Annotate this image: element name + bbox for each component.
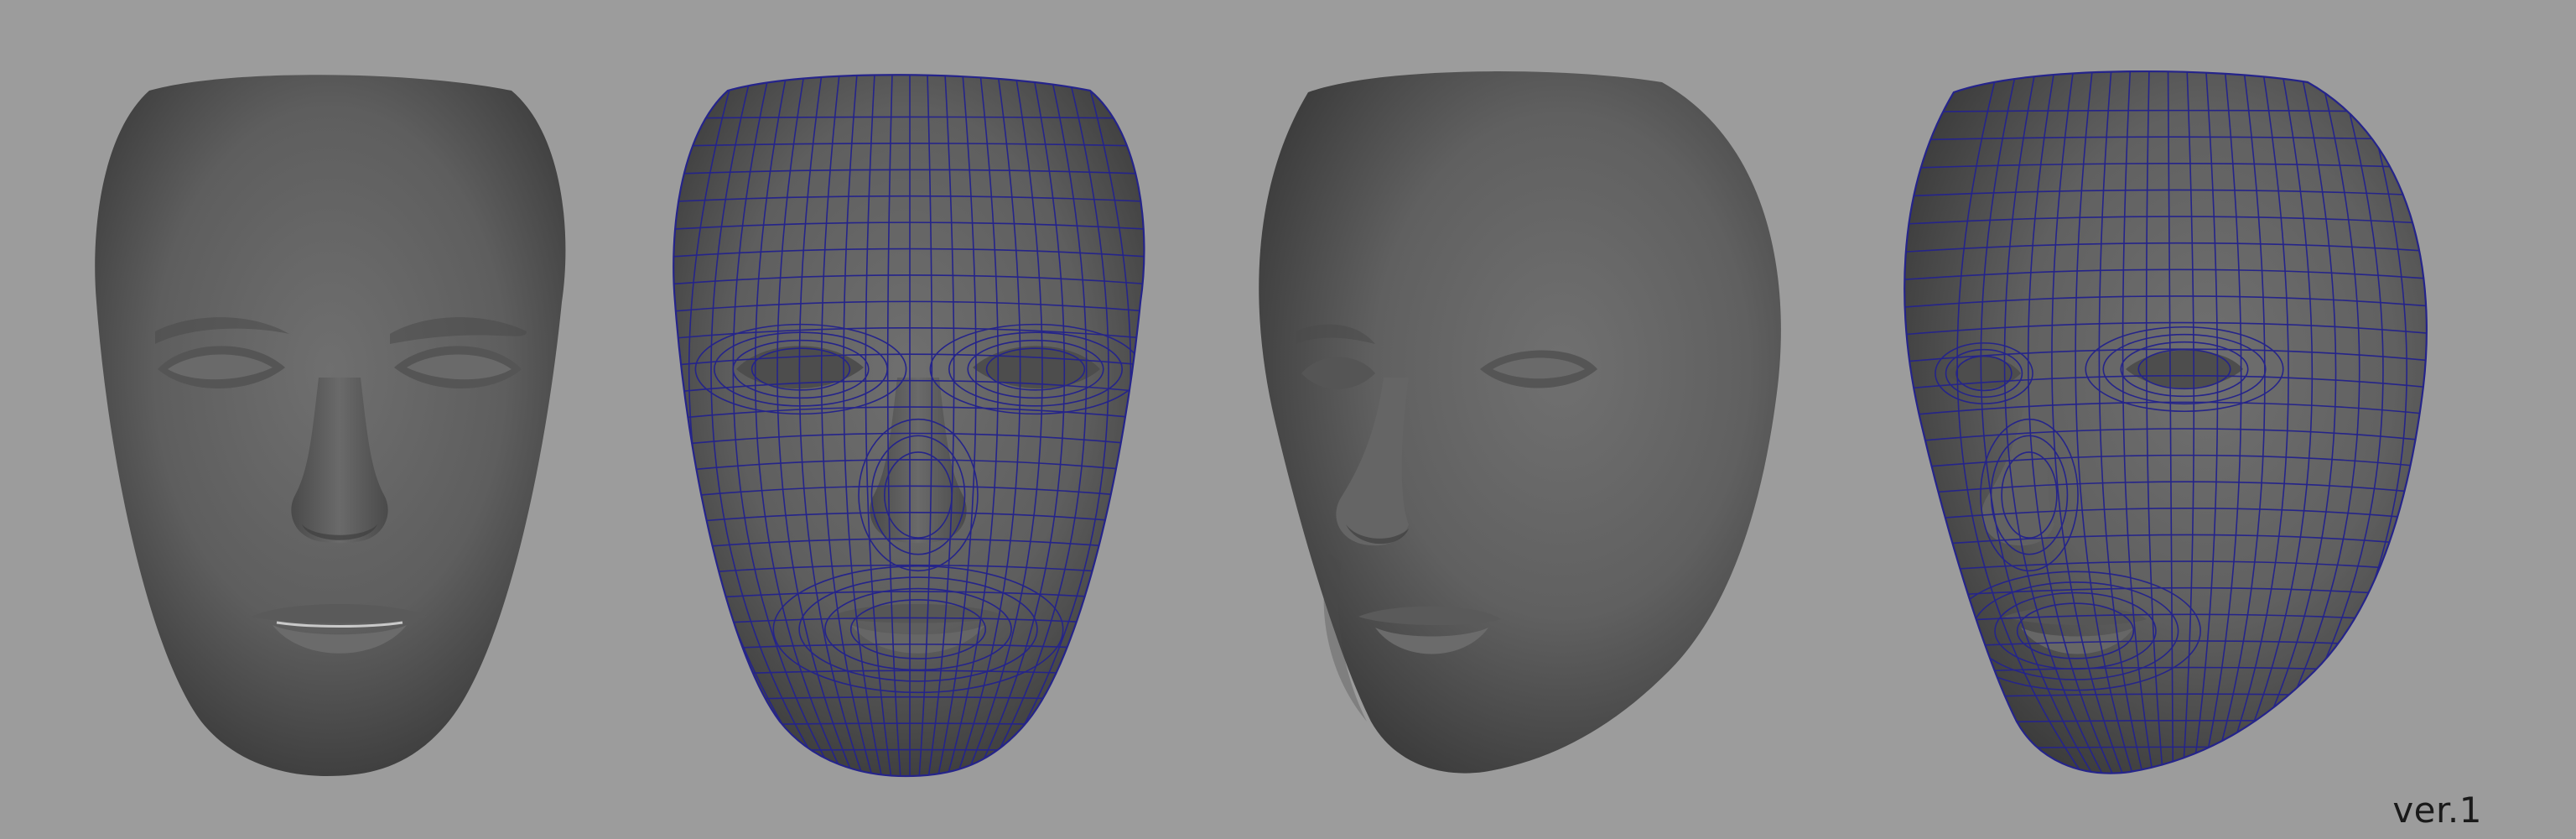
version-label: ver.1 [2392,789,2482,831]
face-front-wireframe[interactable] [641,74,1178,793]
face-three-quarter-shaded[interactable] [1259,71,1781,774]
viewport[interactable]: ver.1 [0,0,2576,839]
face-three-quarter-wireframe[interactable] [1887,67,2457,790]
model-scene [95,67,2457,793]
face-front-shaded[interactable] [95,75,566,777]
